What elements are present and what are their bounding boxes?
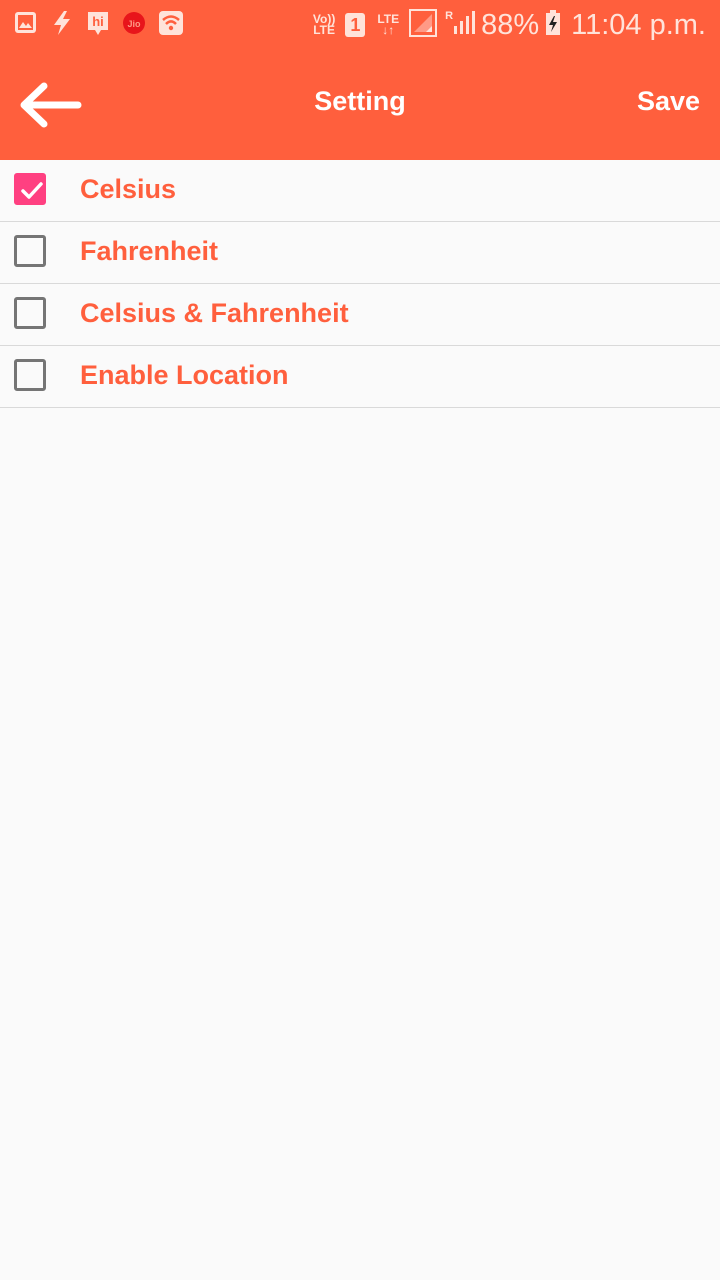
- fahrenheit-checkbox[interactable]: [14, 235, 46, 267]
- battery-charging-icon: [545, 9, 561, 41]
- celsius-and-fahrenheit-checkbox[interactable]: [14, 297, 46, 329]
- status-bar: hi Jio Vo)) LTE 1 LTE ↓↑ R 88% 11:04 p.m…: [0, 0, 720, 50]
- hike-icon: hi: [86, 10, 110, 36]
- toolbar: Setting Save: [0, 50, 720, 160]
- status-bar-system: Vo)) LTE 1 LTE ↓↑ R 88% 11:04 p.m.: [313, 6, 706, 44]
- volte-indicator: Vo)) LTE: [313, 13, 335, 37]
- status-bar-notifications: hi Jio: [14, 10, 194, 36]
- sim-slot-indicator: 1: [345, 13, 366, 37]
- signal-sim1-icon: [409, 8, 438, 42]
- option-label: Enable Location: [80, 360, 289, 390]
- lte-indicator: LTE ↓↑: [377, 13, 399, 37]
- option-celsius-and-fahrenheit[interactable]: Celsius & Fahrenheit: [0, 284, 720, 346]
- volte-line2: LTE: [313, 23, 335, 37]
- hike-label: hi: [92, 14, 104, 29]
- roaming-indicator: R: [445, 10, 454, 22]
- gallery-icon: [14, 10, 38, 36]
- lte-arrows: ↓↑: [382, 23, 395, 37]
- settings-options-list: Celsius Fahrenheit Celsius & Fahrenheit …: [0, 160, 720, 408]
- option-enable-location[interactable]: Enable Location: [0, 346, 720, 408]
- enable-location-checkbox[interactable]: [14, 359, 46, 391]
- clock: 11:04 p.m.: [571, 8, 706, 41]
- option-label: Celsius & Fahrenheit: [80, 298, 349, 328]
- page-title: Setting: [314, 86, 406, 116]
- flash-icon: [50, 10, 74, 36]
- option-fahrenheit[interactable]: Fahrenheit: [0, 222, 720, 284]
- wifi-icon: [158, 10, 183, 36]
- jio-label: Jio: [127, 19, 141, 29]
- option-celsius[interactable]: Celsius: [0, 160, 720, 222]
- option-label: Fahrenheit: [80, 236, 219, 266]
- celsius-checkbox[interactable]: [14, 173, 46, 205]
- save-button[interactable]: Save: [637, 86, 700, 117]
- option-label: Celsius: [80, 174, 177, 204]
- signal-sim2-icon: [453, 10, 476, 41]
- jio-icon: Jio: [122, 10, 146, 36]
- checkmark-icon: [21, 182, 43, 199]
- battery-percent: 88%: [481, 8, 540, 41]
